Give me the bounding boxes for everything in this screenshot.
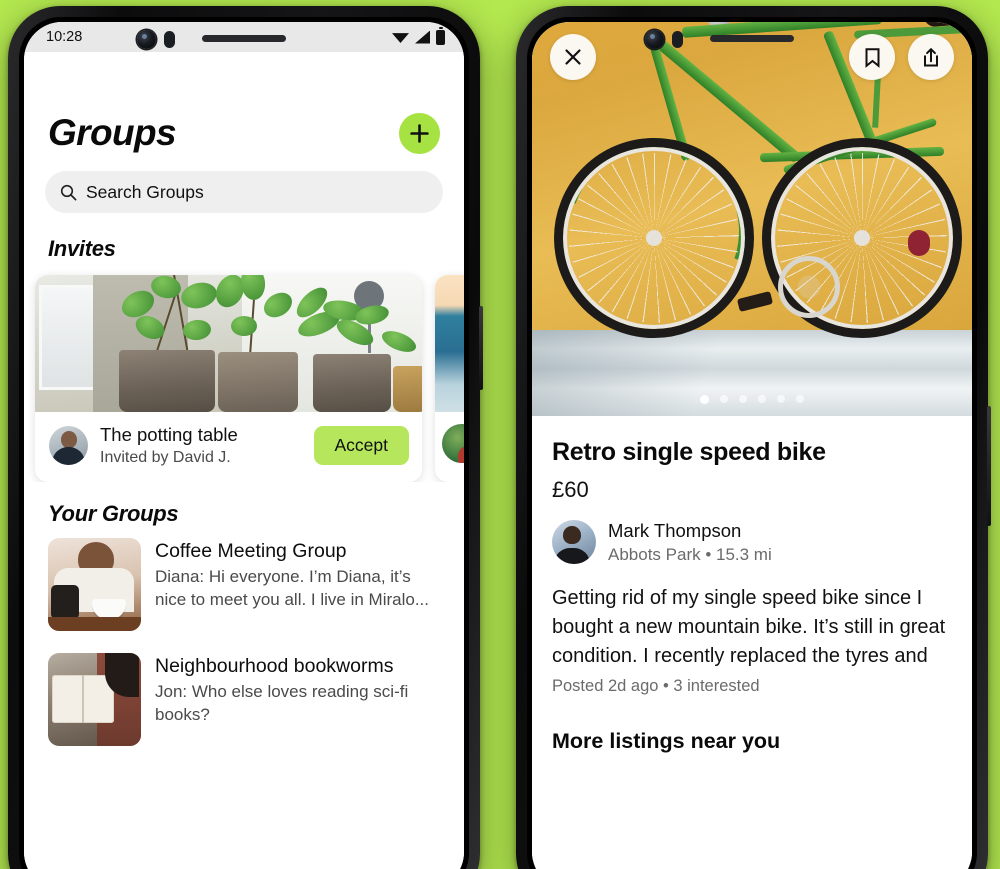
seller-name: Mark Thompson: [608, 520, 742, 541]
search-icon: [60, 184, 77, 200]
invites-carousel[interactable]: The potting table Invited by David J. Ac…: [24, 262, 464, 482]
listing-title: Retro single speed bike: [552, 438, 826, 466]
invite-photo: [35, 275, 422, 412]
search-container: Search Groups: [24, 154, 464, 213]
save-button[interactable]: [849, 34, 895, 80]
hero-toolbar: [532, 34, 972, 80]
battery-icon: [436, 26, 445, 45]
avatar: [49, 426, 88, 466]
seller-row[interactable]: Mark Thompson Abbots Park • 15.3 mi: [552, 520, 952, 565]
power-button-left[interactable]: [479, 306, 483, 390]
listing-details: Retro single speed bike £60 Mark Thompso…: [532, 416, 972, 754]
close-button[interactable]: [550, 34, 596, 80]
invite-meta: The potting table Invited by David J. Ac…: [35, 412, 422, 482]
group-name: Coffee Meeting Group: [155, 539, 347, 562]
carousel-dot[interactable]: [777, 395, 785, 403]
phone-left-bezel: 10:28 Groups Search Groups Invites The p…: [19, 17, 469, 869]
wifi-icon: [392, 33, 409, 43]
carousel-dot[interactable]: [739, 395, 747, 403]
search-input[interactable]: Search Groups: [45, 171, 443, 213]
invite-text: The potting table Invited by David J.: [100, 424, 302, 468]
close-icon: [565, 49, 581, 65]
your-groups-heading: Your Groups: [48, 500, 179, 526]
group-text: Coffee Meeting Group Diana: Hi everyone.…: [155, 538, 440, 612]
phone-right-bezel: 10:28: [527, 17, 977, 869]
carousel-dot[interactable]: [796, 395, 804, 403]
list-item[interactable]: Coffee Meeting Group Diana: Hi everyone.…: [24, 527, 464, 631]
avatar: [552, 520, 596, 565]
group-preview-message: Jon: Who else loves reading sci-fi books…: [155, 681, 409, 724]
volume-button-right[interactable]: [987, 406, 991, 526]
carousel-dot[interactable]: [758, 395, 766, 403]
hero-actions: [849, 34, 954, 80]
more-listings-heading: More listings near you: [552, 728, 781, 753]
screen-left: 10:28 Groups Search Groups Invites The p…: [24, 22, 464, 869]
group-thumbnail: [48, 652, 141, 746]
signal-icon: [415, 30, 430, 44]
invite-invited-by: Invited by David J.: [100, 448, 231, 466]
share-button[interactable]: [908, 34, 954, 80]
status-bar-right: 10:28: [532, 22, 972, 26]
add-group-button[interactable]: [399, 112, 440, 154]
invite-group-name: The potting table: [100, 424, 238, 445]
phone-left: 10:28 Groups Search Groups Invites The p…: [8, 6, 483, 869]
groups-header: Groups: [24, 52, 464, 154]
search-placeholder: Search Groups: [86, 181, 204, 202]
screenshot-stage: 10:28 Groups Search Groups Invites The p…: [0, 0, 1000, 869]
carousel-dot[interactable]: [700, 395, 709, 404]
screen-right: 10:28: [532, 22, 972, 869]
carousel-dots[interactable]: [532, 395, 972, 404]
listing-description: Getting rid of my single speed bike sinc…: [552, 586, 946, 667]
group-preview-message: Diana: Hi everyone. I’m Diana, it’s nice…: [155, 566, 430, 609]
invite-photo: [435, 275, 464, 412]
invite-card[interactable]: [435, 275, 464, 482]
invite-card[interactable]: The potting table Invited by David J. Ac…: [35, 275, 422, 482]
listing-hero-image[interactable]: 10:28: [532, 22, 972, 416]
status-bar-icons: [392, 26, 445, 45]
accept-button[interactable]: Accept: [313, 426, 409, 466]
seller-location: Abbots Park • 15.3 mi: [608, 544, 772, 564]
invites-heading: Invites: [48, 236, 116, 261]
avatar: [442, 424, 464, 463]
groups-screen: Groups Search Groups Invites The potting…: [24, 52, 464, 869]
page-title: Groups: [48, 112, 177, 153]
group-thumbnail: [48, 537, 141, 631]
list-item[interactable]: Neighbourhood bookworms Jon: Who else lo…: [24, 631, 464, 746]
group-text: Neighbourhood bookworms Jon: Who else lo…: [155, 653, 440, 727]
listing-posted-meta: Posted 2d ago • 3 interested: [552, 676, 760, 695]
plus-icon: [410, 123, 429, 143]
bookmark-icon: [865, 47, 879, 68]
listing-price: £60: [552, 477, 589, 502]
group-name: Neighbourhood bookworms: [155, 654, 394, 677]
status-bar-time: 10:28: [46, 29, 83, 45]
seller-text: Mark Thompson Abbots Park • 15.3 mi: [608, 520, 772, 565]
phone-right: 10:28: [516, 6, 991, 869]
share-icon: [924, 47, 938, 66]
listing-screen: 10:28: [532, 22, 972, 860]
carousel-dot[interactable]: [720, 395, 728, 403]
status-bar-left: 10:28: [24, 22, 464, 52]
